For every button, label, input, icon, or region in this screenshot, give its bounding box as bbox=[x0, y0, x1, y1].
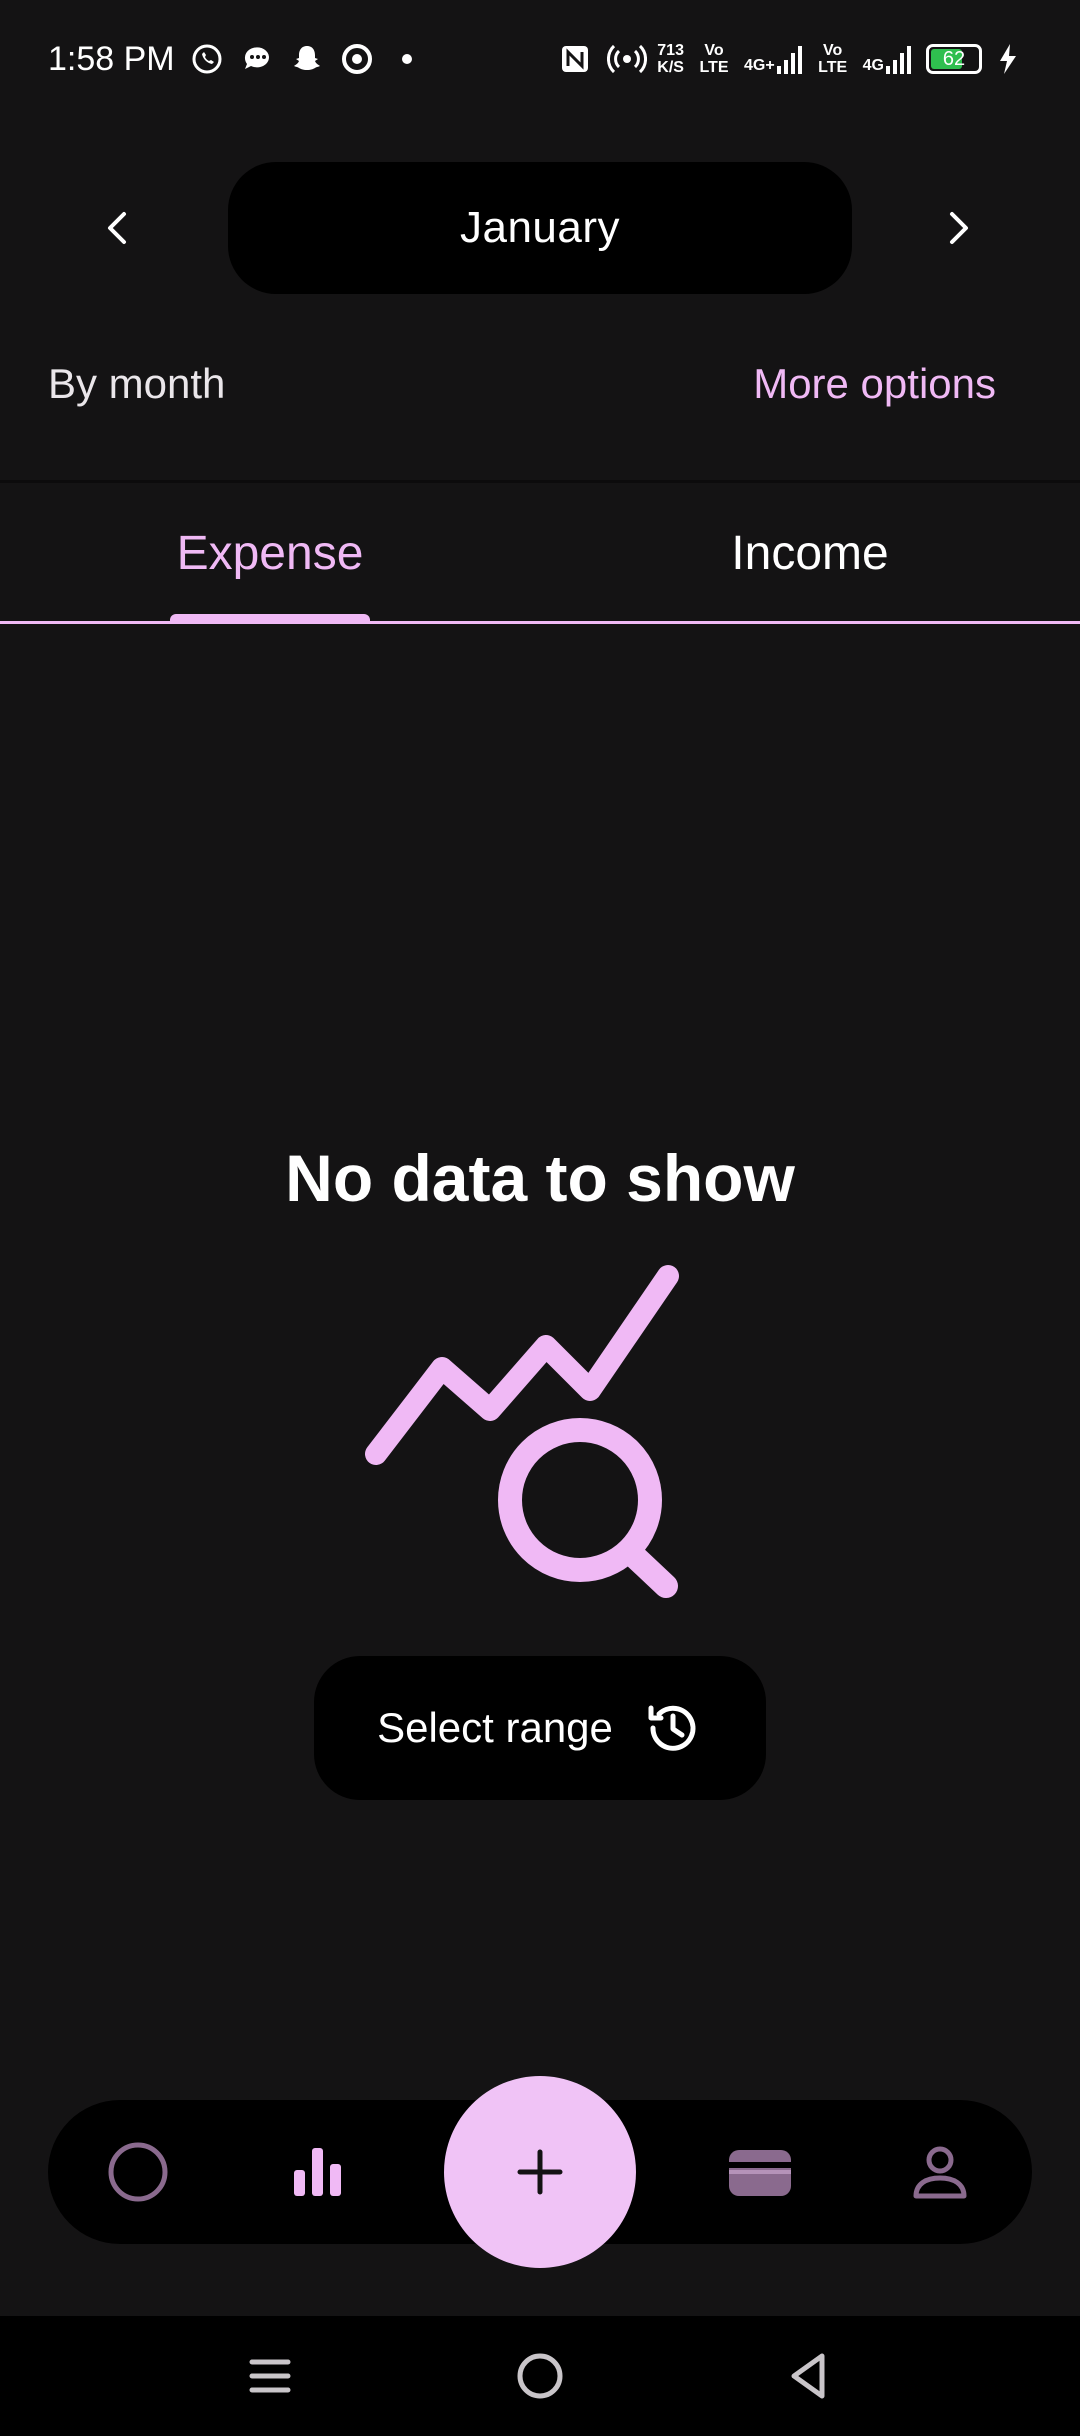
notification-dot-icon bbox=[389, 41, 425, 77]
nfc-icon bbox=[557, 41, 593, 77]
status-right: 713 K/S Vo LTE 4G+ Vo LTE 4G 62 bbox=[557, 41, 1032, 77]
tab-income[interactable]: Income bbox=[540, 484, 1080, 622]
next-month-button[interactable] bbox=[930, 200, 986, 256]
network-speed-value: 713 bbox=[657, 42, 684, 59]
history-icon bbox=[648, 1705, 696, 1751]
home-button[interactable] bbox=[510, 2346, 570, 2406]
battery-level: 62 bbox=[942, 47, 966, 70]
message-icon bbox=[239, 41, 275, 77]
previous-month-button[interactable] bbox=[90, 200, 146, 256]
whatsapp-icon bbox=[189, 41, 225, 77]
tab-bar: Expense Income bbox=[0, 484, 1080, 622]
signal-2-icon bbox=[886, 46, 911, 74]
status-left: 1:58 PM bbox=[48, 40, 425, 79]
nav-wallet[interactable] bbox=[724, 2136, 796, 2208]
wallet-icon bbox=[729, 2150, 791, 2196]
back-button[interactable] bbox=[778, 2346, 838, 2406]
volte-label-2: Vo LTE bbox=[818, 42, 848, 76]
network-type-1-label: 4G+ bbox=[743, 57, 775, 74]
back-triangle-icon bbox=[791, 2353, 825, 2399]
nav-home[interactable] bbox=[102, 2136, 174, 2208]
network-type-2-label: 4G bbox=[862, 57, 884, 74]
select-range-button[interactable]: Select range bbox=[314, 1656, 766, 1800]
chrome-icon bbox=[339, 41, 375, 77]
battery-icon: 62 bbox=[926, 44, 982, 74]
network-type-2: 4G bbox=[863, 44, 912, 74]
signal-1-icon bbox=[776, 46, 802, 74]
nav-profile[interactable] bbox=[904, 2136, 976, 2208]
select-range-label: Select range bbox=[377, 1704, 613, 1751]
network-speed: 713 K/S bbox=[657, 42, 684, 76]
nav-stats[interactable] bbox=[282, 2136, 354, 2208]
snapchat-icon bbox=[289, 41, 325, 77]
month-selector: January bbox=[0, 162, 1080, 294]
divider bbox=[0, 480, 1080, 483]
system-navigation-bar bbox=[0, 2316, 1080, 2436]
chevron-right-icon bbox=[950, 212, 968, 244]
hotspot-icon bbox=[607, 41, 648, 77]
empty-state-title: No data to show bbox=[285, 1141, 795, 1215]
tab-bar-underline bbox=[0, 621, 1080, 624]
more-options-button[interactable]: More options bbox=[753, 360, 996, 408]
profile-icon bbox=[913, 2146, 967, 2199]
month-pill[interactable]: January bbox=[228, 162, 852, 294]
status-time: 1:58 PM bbox=[48, 39, 175, 78]
home-circle-icon bbox=[108, 2142, 168, 2202]
add-transaction-button[interactable] bbox=[444, 2076, 636, 2268]
charging-icon bbox=[996, 41, 1032, 77]
network-speed-unit: K/S bbox=[657, 59, 684, 76]
period-label[interactable]: By month bbox=[48, 360, 225, 408]
chevron-left-icon bbox=[108, 212, 126, 244]
home-circle-outline-icon bbox=[517, 2353, 563, 2399]
tab-expense[interactable]: Expense bbox=[0, 484, 540, 622]
filter-row: By month More options bbox=[0, 350, 1080, 420]
menu-lines-icon bbox=[249, 2359, 291, 2393]
network-type-1: 4G+ bbox=[744, 44, 803, 74]
recents-button[interactable] bbox=[240, 2346, 300, 2406]
chart-search-icon bbox=[360, 1262, 690, 1602]
stats-bar-chart-icon bbox=[294, 2148, 341, 2196]
volte-label-1: Vo LTE bbox=[699, 42, 729, 76]
status-bar: 1:58 PM 713 K/S Vo LTE 4G+ Vo LTE 4G 62 bbox=[0, 0, 1080, 118]
add-icon bbox=[517, 2149, 563, 2195]
